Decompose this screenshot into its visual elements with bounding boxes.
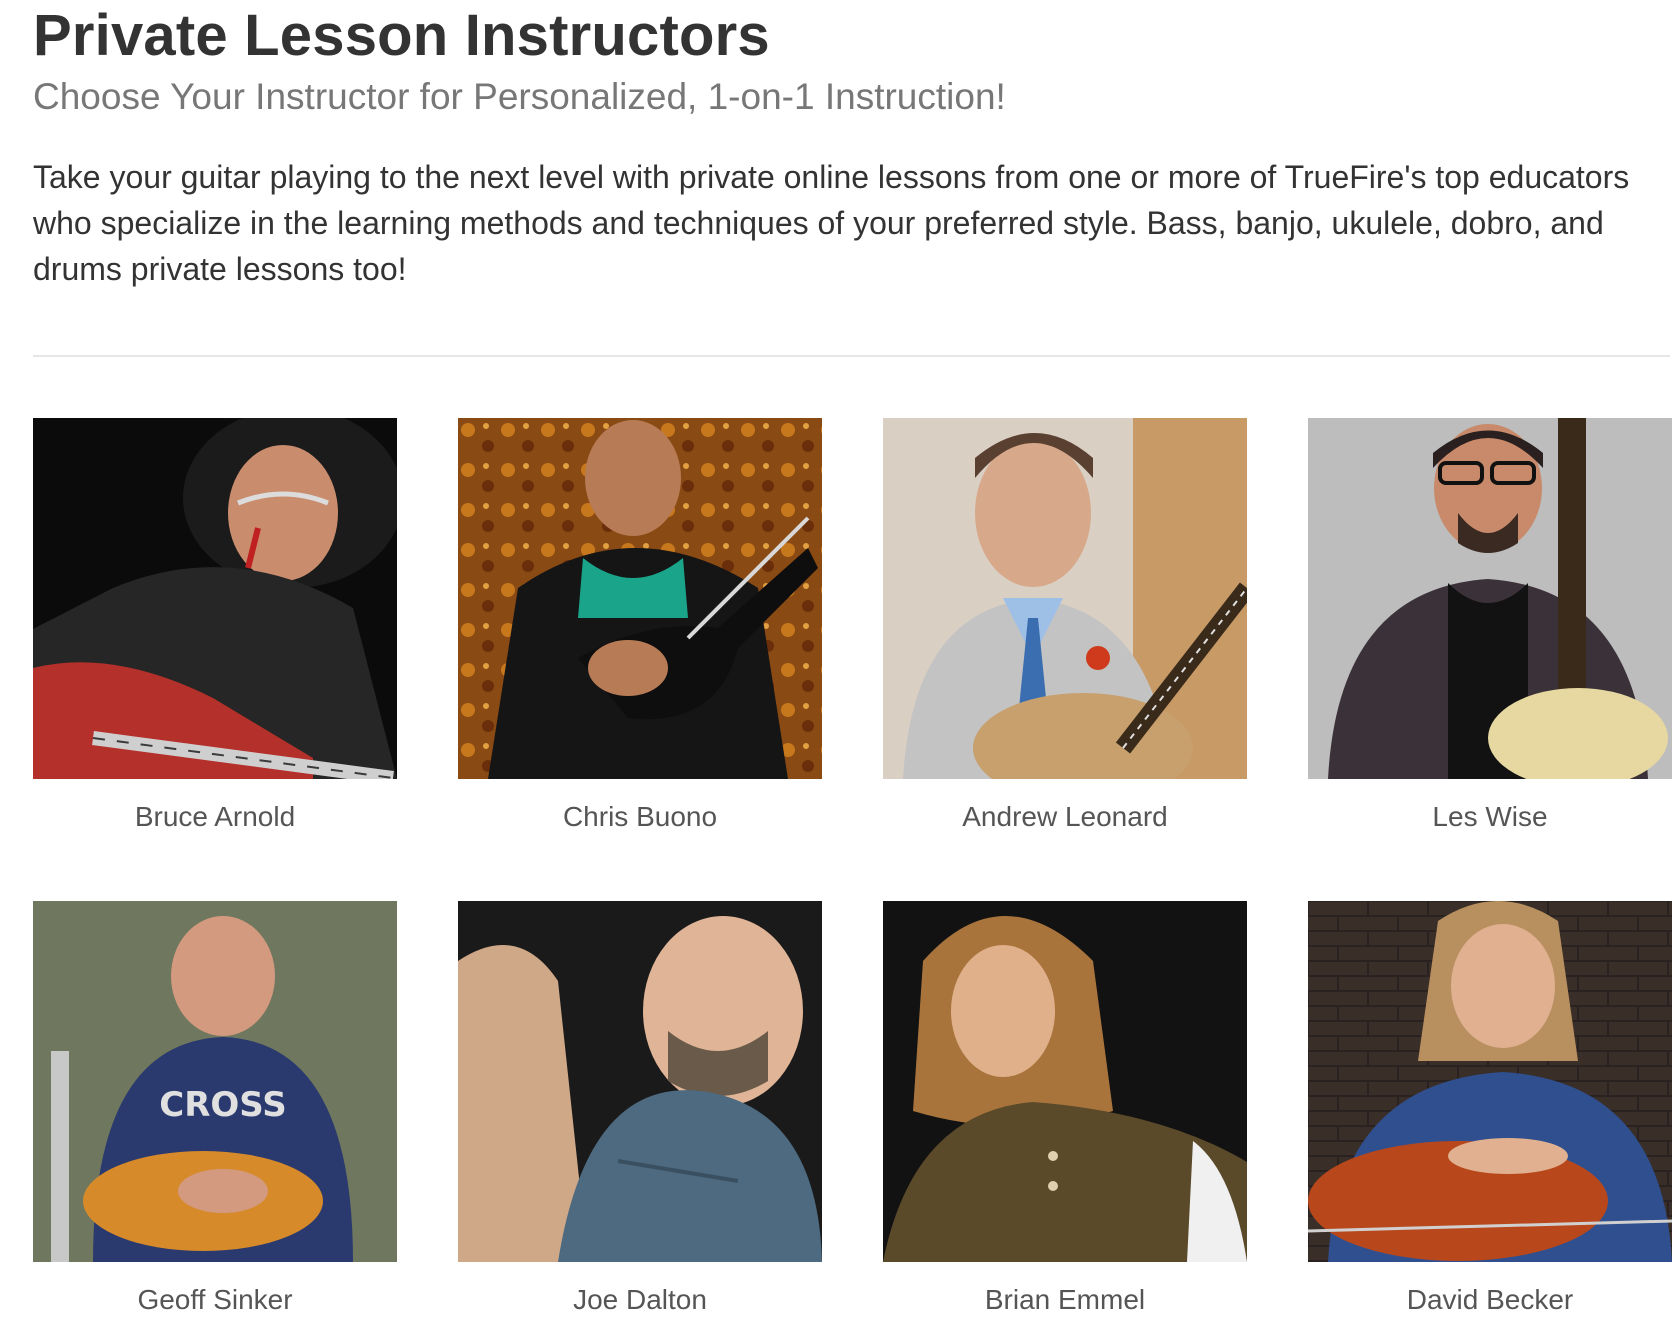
photo-david-becker: [1308, 901, 1672, 1262]
instructor-card[interactable]: CROSS Geoff Sinker: [33, 901, 397, 1316]
photo-geoff-sinker: CROSS: [33, 901, 397, 1262]
instructor-photo[interactable]: [883, 901, 1247, 1262]
instructor-photo[interactable]: [1308, 418, 1672, 779]
instructor-name[interactable]: Bruce Arnold: [33, 801, 397, 833]
instructor-photo[interactable]: [458, 418, 822, 779]
photo-les-wise: [1308, 418, 1672, 779]
intro-paragraph: Take your guitar playing to the next lev…: [33, 159, 1630, 287]
instructor-card[interactable]: Joe Dalton: [458, 901, 822, 1316]
photo-brian-emmel: [883, 901, 1247, 1262]
page-title: Private Lesson Instructors: [33, 3, 770, 68]
instructor-photo[interactable]: CROSS: [33, 901, 397, 1262]
instructor-name[interactable]: Les Wise: [1308, 801, 1672, 833]
instructor-card[interactable]: Brian Emmel: [883, 901, 1247, 1316]
photo-joe-dalton: [458, 901, 822, 1262]
instructor-name[interactable]: Chris Buono: [458, 801, 822, 833]
instructor-photo[interactable]: [883, 418, 1247, 779]
photo-chris-buono: [458, 418, 822, 779]
instructor-card[interactable]: Andrew Leonard: [883, 418, 1247, 833]
instructor-name[interactable]: David Becker: [1308, 1284, 1672, 1316]
section-divider: [33, 355, 1670, 357]
instructor-photo[interactable]: [1308, 901, 1672, 1262]
instructor-name[interactable]: Geoff Sinker: [33, 1284, 397, 1316]
instructor-photo[interactable]: [458, 901, 822, 1262]
instructor-name[interactable]: Joe Dalton: [458, 1284, 822, 1316]
svg-text:CROSS: CROSS: [159, 1085, 286, 1125]
instructor-name[interactable]: Brian Emmel: [883, 1284, 1247, 1316]
photo-bruce-arnold: [33, 418, 397, 779]
page-subtitle: Choose Your Instructor for Personalized,…: [33, 76, 1006, 117]
instructor-photo[interactable]: [33, 418, 397, 779]
instructor-card[interactable]: Les Wise: [1308, 418, 1672, 833]
instructor-card[interactable]: Bruce Arnold: [33, 418, 397, 833]
instructors-page: Private Lesson Instructors Choose Your I…: [0, 0, 1680, 1323]
photo-andrew-leonard: [883, 418, 1247, 779]
instructor-card[interactable]: David Becker: [1308, 901, 1672, 1316]
instructor-name[interactable]: Andrew Leonard: [883, 801, 1247, 833]
instructor-card[interactable]: Chris Buono: [458, 418, 822, 833]
